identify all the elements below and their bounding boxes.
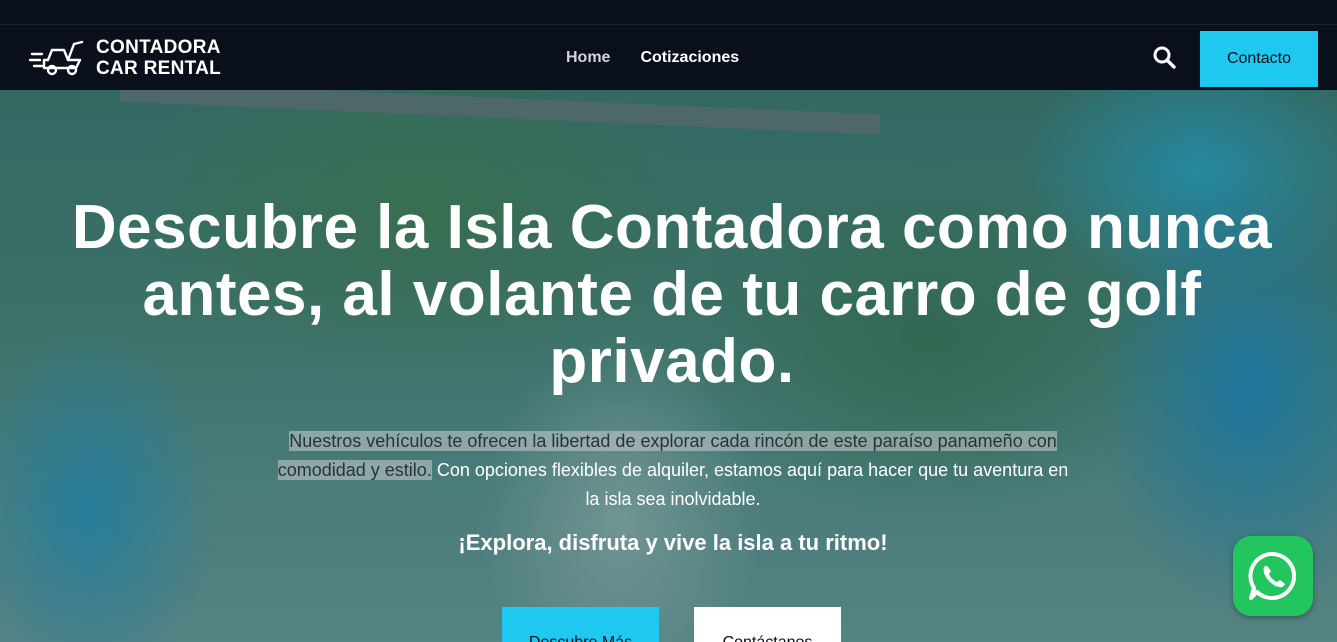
hero-section: Descubre la Isla Contadora como nunca an… xyxy=(0,90,1337,642)
nav-item-home[interactable]: Home xyxy=(566,49,610,67)
brand-line-2: CAR RENTAL xyxy=(96,58,222,79)
hero-description-rest: Con opciones flexibles de alquiler, esta… xyxy=(431,460,1069,509)
hero-description: Nuestros vehículos te ofrecen la liberta… xyxy=(270,427,1076,514)
discover-more-button[interactable]: Descubre Más xyxy=(502,607,659,642)
nav-item-cotizaciones[interactable]: Cotizaciones xyxy=(640,49,739,67)
contact-us-button[interactable]: Contáctanos xyxy=(694,607,841,642)
contact-button[interactable]: Contacto xyxy=(1200,31,1318,87)
main-nav: Home Cotizaciones xyxy=(566,49,739,67)
golf-cart-icon xyxy=(28,40,84,76)
hero-title: Descubre la Isla Contadora como nunca an… xyxy=(71,193,1273,396)
hero-tagline: ¡Explora, disfruta y vive la isla a tu r… xyxy=(458,530,888,555)
brand-logo[interactable]: CONTADORA CAR RENTAL xyxy=(28,37,221,79)
whatsapp-button[interactable] xyxy=(1233,536,1313,616)
search-icon[interactable] xyxy=(1152,45,1176,69)
navbar: CONTADORA CAR RENTAL Home Cotizaciones C… xyxy=(0,25,1337,90)
brand-name: CONTADORA CAR RENTAL xyxy=(96,37,221,79)
hero-background-runway xyxy=(119,90,881,135)
top-strip xyxy=(0,0,1337,25)
brand-line-1: CONTADORA xyxy=(96,37,221,58)
whatsapp-icon xyxy=(1248,551,1297,600)
